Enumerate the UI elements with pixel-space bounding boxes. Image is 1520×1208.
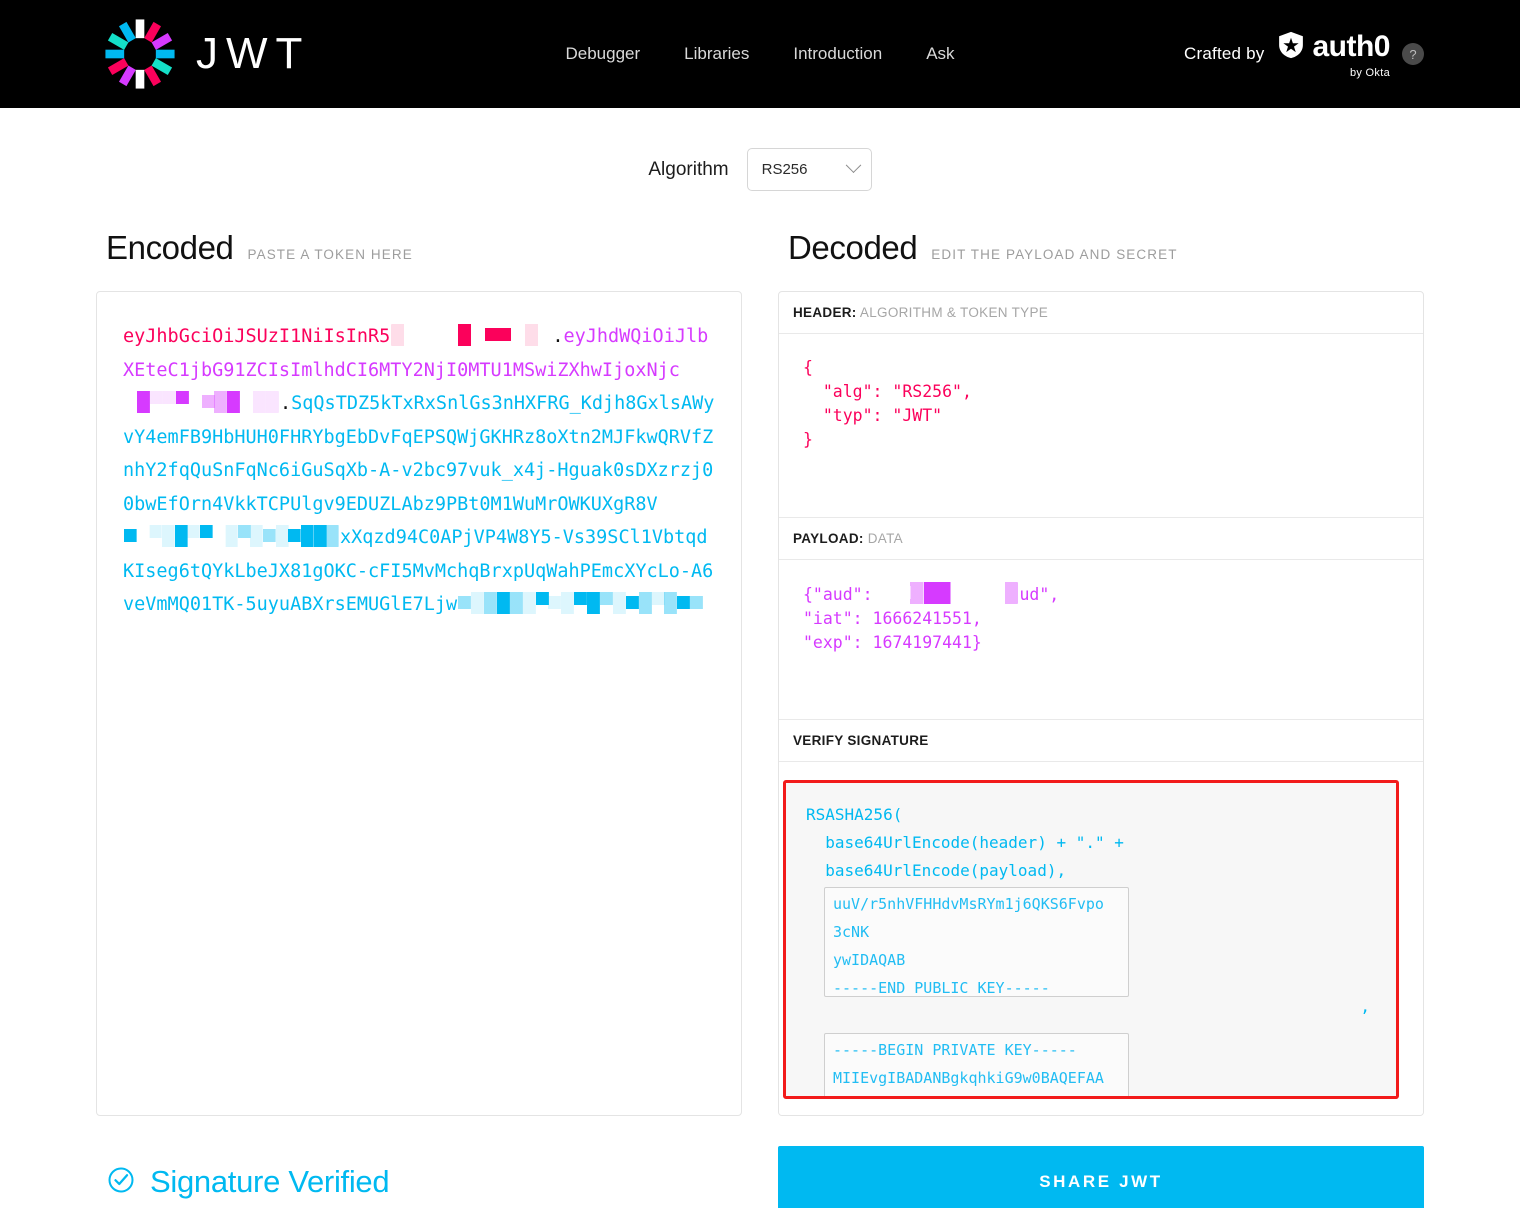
share-column: SHARE JWT — [778, 1146, 1424, 1208]
public-key-comma: , — [806, 997, 1376, 1017]
auth0-shield-icon — [1276, 30, 1306, 65]
nav-link-libraries[interactable]: Libraries — [684, 44, 749, 64]
crafted-by-block: Crafted by auth0 by Okta ? — [1184, 30, 1424, 79]
crafted-by-label: Crafted by — [1184, 44, 1264, 64]
payload-section-sub: DATA — [868, 531, 903, 546]
encoded-heading: Encoded PASTE A TOKEN HERE — [96, 229, 742, 267]
main-nav: Debugger Libraries Introduction Ask — [565, 44, 954, 64]
verify-line-rsasha256: RSASHA256( — [806, 801, 1376, 829]
encoded-token-input[interactable]: eyJhbGciOiJSUzI1NiIsInR5.eyJhdWQiOiJlbXE… — [96, 291, 742, 1116]
verify-section-label: VERIFY SIGNATURE — [779, 720, 1423, 762]
algorithm-select[interactable]: RS256 — [747, 148, 872, 191]
token-payload-redaction — [124, 391, 279, 413]
token-separator-2: . — [280, 393, 291, 414]
encoded-column: Encoded PASTE A TOKEN HERE eyJhbGciOiJSU… — [96, 229, 742, 1116]
auth0-wordmark: auth0 — [1312, 32, 1390, 62]
header-json-editor[interactable]: { "alg": "RS256", "typ": "JWT" } — [779, 334, 1423, 518]
header-section-title: HEADER: — [793, 305, 857, 320]
payload-claims-text: "iat": 1666241551, "exp": 1674197441} — [803, 609, 982, 652]
jwt-starburst-icon — [104, 18, 176, 90]
payload-aud-suffix: ud", — [1019, 585, 1059, 604]
token-header-redaction — [391, 324, 551, 346]
help-icon[interactable]: ? — [1402, 43, 1424, 65]
decoded-heading: Decoded EDIT THE PAYLOAD AND SECRET — [778, 229, 1424, 267]
token-header-segment: eyJhbGciOiJSUzI1NiIsInR5 — [123, 326, 390, 347]
top-navigation-bar: JWT Debugger Libraries Introduction Ask … — [0, 0, 1520, 108]
nav-link-introduction[interactable]: Introduction — [793, 44, 882, 64]
encoded-subtitle: PASTE A TOKEN HERE — [247, 247, 412, 262]
payload-json-text: {"aud": ud", "iat": 1666241551, "exp": 1… — [779, 560, 1423, 673]
encoded-title: Encoded — [106, 229, 233, 267]
public-key-input[interactable]: uuV/r5nhVFHHdvMsRYm1j6QKS6Fvpo 3cNK ywID… — [824, 887, 1129, 997]
token-separator-1: . — [552, 326, 563, 347]
payload-section-label: PAYLOAD: DATA — [779, 518, 1423, 560]
header-section-label: HEADER: ALGORITHM & TOKEN TYPE — [779, 292, 1423, 334]
payload-section-title: PAYLOAD: — [793, 531, 864, 546]
algorithm-row: Algorithm RS256 — [0, 148, 1520, 191]
verify-signature-pane: RSASHA256( base64UrlEncode(header) + "."… — [779, 762, 1423, 1115]
jwt-token-text: eyJhbGciOiJSUzI1NiIsInR5.eyJhdWQiOiJlbXE… — [123, 320, 715, 622]
token-signature-redaction-2 — [458, 592, 703, 614]
header-json-text: { "alg": "RS256", "typ": "JWT" } — [779, 334, 1423, 470]
decoded-title: Decoded — [788, 229, 917, 267]
verify-line-encode-header: base64UrlEncode(header) + "." + — [806, 829, 1376, 857]
payload-aud-prefix: {"aud": — [803, 585, 882, 604]
signature-status-column: Signature Verified — [96, 1164, 742, 1200]
jwt-wordmark: JWT — [196, 32, 310, 76]
verify-line-encode-payload: base64UrlEncode(payload), — [806, 857, 1376, 885]
algorithm-selected-value: RS256 — [762, 161, 808, 178]
verify-section-title: VERIFY SIGNATURE — [793, 733, 929, 748]
decoded-subtitle: EDIT THE PAYLOAD AND SECRET — [931, 247, 1177, 262]
header-section-sub: ALGORITHM & TOKEN TYPE — [860, 305, 1048, 320]
signature-verified-label: Signature Verified — [150, 1164, 389, 1200]
signature-verified-status: Signature Verified — [96, 1164, 742, 1200]
share-jwt-button[interactable]: SHARE JWT — [778, 1146, 1424, 1208]
footer-row: Signature Verified SHARE JWT — [0, 1146, 1520, 1208]
token-signature-redaction-1 — [124, 525, 339, 547]
by-okta-label: by Okta — [1350, 67, 1390, 79]
algorithm-label: Algorithm — [648, 159, 728, 181]
main-columns: Encoded PASTE A TOKEN HERE eyJhbGciOiJSU… — [0, 229, 1520, 1116]
private-key-input[interactable]: -----BEGIN PRIVATE KEY----- MIIEvgIBADAN… — [824, 1033, 1129, 1099]
verify-signature-highlight: RSASHA256( base64UrlEncode(header) + "."… — [783, 780, 1399, 1099]
brand-logo[interactable]: JWT — [104, 18, 310, 90]
check-circle-icon — [106, 1165, 136, 1200]
payload-json-editor[interactable]: {"aud": ud", "iat": 1666241551, "exp": 1… — [779, 560, 1423, 720]
nav-link-debugger[interactable]: Debugger — [565, 44, 640, 64]
chevron-down-icon — [845, 157, 861, 173]
decoded-panel: HEADER: ALGORITHM & TOKEN TYPE { "alg": … — [778, 291, 1424, 1116]
decoded-column: Decoded EDIT THE PAYLOAD AND SECRET HEAD… — [778, 229, 1424, 1116]
payload-aud-redaction — [883, 582, 1018, 604]
auth0-logo[interactable]: auth0 by Okta — [1276, 30, 1390, 79]
nav-link-ask[interactable]: Ask — [926, 44, 954, 64]
